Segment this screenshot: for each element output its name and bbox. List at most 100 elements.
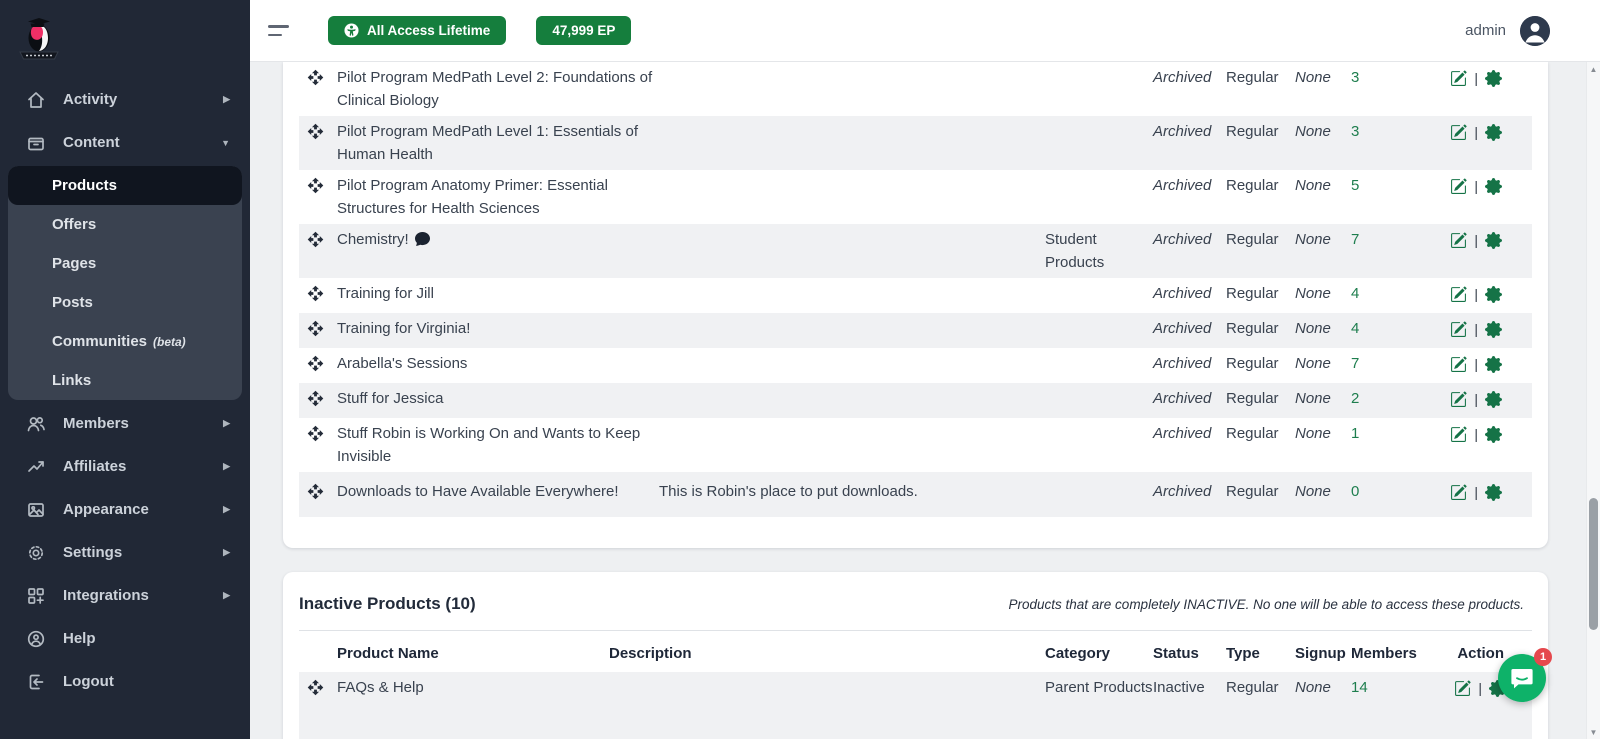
drag-handle-icon[interactable] xyxy=(299,352,337,379)
sidebar-item-settings[interactable]: Settings ▶ xyxy=(0,531,250,574)
product-signup: None xyxy=(1295,228,1351,251)
member-count-link[interactable]: 7 xyxy=(1351,228,1447,251)
action-separator: | xyxy=(1474,121,1478,144)
settings-icon[interactable] xyxy=(1485,356,1502,373)
action-separator: | xyxy=(1474,283,1478,306)
row-actions: | xyxy=(1447,228,1532,252)
row-actions: | xyxy=(1447,174,1532,198)
sidebar-item-activity[interactable]: Activity ▶ xyxy=(0,78,250,121)
product-signup: None xyxy=(1295,422,1351,445)
edit-icon[interactable] xyxy=(1450,321,1467,338)
sidebar-item-help[interactable]: Help xyxy=(0,617,250,660)
member-count-link[interactable]: 3 xyxy=(1351,66,1447,89)
sidebar-item-offers[interactable]: Offers xyxy=(8,205,242,244)
member-count-link[interactable]: 3 xyxy=(1351,120,1447,143)
member-count-link[interactable]: 2 xyxy=(1351,387,1447,410)
comment-bubble-icon[interactable] xyxy=(415,231,430,246)
table-row: Pilot Program MedPath Level 1: Essential… xyxy=(299,116,1532,170)
settings-icon[interactable] xyxy=(1485,426,1502,443)
drag-handle-icon[interactable] xyxy=(299,387,337,414)
settings-icon[interactable] xyxy=(1485,70,1502,87)
member-count-link[interactable]: 7 xyxy=(1351,352,1447,375)
drag-handle-icon[interactable] xyxy=(299,174,337,201)
product-category: Student Products xyxy=(1045,228,1153,274)
sidebar-item-products[interactable]: Products xyxy=(8,166,242,205)
settings-icon[interactable] xyxy=(1485,391,1502,408)
vertical-scrollbar[interactable]: ▲ ▼ xyxy=(1586,62,1600,739)
sidebar-item-pages[interactable]: Pages xyxy=(8,244,242,283)
drag-handle-icon[interactable] xyxy=(299,317,337,344)
edit-icon[interactable] xyxy=(1454,680,1471,697)
sidebar-item-logout[interactable]: Logout xyxy=(0,660,250,703)
member-count-link[interactable]: 1 xyxy=(1351,422,1447,445)
member-count-link[interactable]: 14 xyxy=(1351,676,1447,699)
edit-icon[interactable] xyxy=(1450,426,1467,443)
sidebar-nav: Activity ▶ Content ▼ Products Offers Pag… xyxy=(0,78,250,703)
settings-icon[interactable] xyxy=(1485,484,1502,501)
drag-handle-icon[interactable] xyxy=(299,480,337,507)
settings-icon[interactable] xyxy=(1485,178,1502,195)
settings-icon[interactable] xyxy=(1485,232,1502,249)
sidebar-item-label: Links xyxy=(52,372,91,389)
product-name: Downloads to Have Available Everywhere! xyxy=(337,480,659,503)
member-count-link[interactable]: 4 xyxy=(1351,282,1447,305)
edit-icon[interactable] xyxy=(1450,178,1467,195)
edit-icon[interactable] xyxy=(1450,484,1467,501)
drag-handle-icon[interactable] xyxy=(299,676,337,703)
sidebar-item-members[interactable]: Members ▶ xyxy=(0,402,250,445)
edit-icon[interactable] xyxy=(1450,232,1467,249)
settings-icon[interactable] xyxy=(1485,124,1502,141)
user-avatar[interactable] xyxy=(1520,16,1550,46)
app-window: Activity ▶ Content ▼ Products Offers Pag… xyxy=(0,0,1600,739)
sidebar-item-label: Appearance xyxy=(63,501,149,518)
edit-icon[interactable] xyxy=(1450,124,1467,141)
logout-icon xyxy=(26,672,48,692)
column-header-description: Description xyxy=(609,645,1045,662)
scroll-down-arrow-icon[interactable]: ▼ xyxy=(1587,725,1600,739)
product-signup: None xyxy=(1295,282,1351,305)
table-row: Stuff for Jessica Archived Regular None … xyxy=(299,383,1532,418)
member-count-link[interactable]: 4 xyxy=(1351,317,1447,340)
drag-handle-icon[interactable] xyxy=(299,228,337,255)
edit-icon[interactable] xyxy=(1450,286,1467,303)
sidebar-item-communities[interactable]: Communities (beta) xyxy=(8,322,242,361)
drag-handle-icon[interactable] xyxy=(299,282,337,309)
drag-handle-icon[interactable] xyxy=(299,120,337,147)
sidebar-item-label: Integrations xyxy=(63,587,149,604)
ep-points-badge[interactable]: 47,999 EP xyxy=(536,16,631,45)
product-signup: None xyxy=(1295,352,1351,375)
product-status: Archived xyxy=(1153,282,1226,305)
edit-icon[interactable] xyxy=(1450,391,1467,408)
drag-handle-icon[interactable] xyxy=(299,422,337,449)
member-count-link[interactable]: 0 xyxy=(1351,480,1447,503)
sidebar-item-links[interactable]: Links xyxy=(8,361,242,400)
scrollbar-thumb[interactable] xyxy=(1589,498,1598,630)
logo[interactable] xyxy=(0,0,250,78)
chevron-right-icon: ▶ xyxy=(223,590,230,601)
sidebar-item-affiliates[interactable]: Affiliates ▶ xyxy=(0,445,250,488)
product-category: Parent Products xyxy=(1045,676,1153,699)
menu-toggle-icon[interactable] xyxy=(268,25,292,36)
sidebar-item-label: Content xyxy=(63,134,120,151)
action-separator: | xyxy=(1474,353,1478,376)
settings-icon[interactable] xyxy=(1485,286,1502,303)
sidebar-item-integrations[interactable]: Integrations ▶ xyxy=(0,574,250,617)
edit-icon[interactable] xyxy=(1450,356,1467,373)
scroll-up-arrow-icon[interactable]: ▲ xyxy=(1587,62,1600,76)
member-count-link[interactable]: 5 xyxy=(1351,174,1447,197)
action-separator: | xyxy=(1478,677,1482,700)
chat-unread-badge[interactable]: 1 xyxy=(1534,648,1552,666)
chevron-right-icon: ▶ xyxy=(223,547,230,558)
drag-handle-icon[interactable] xyxy=(299,66,337,93)
sidebar-item-appearance[interactable]: Appearance ▶ xyxy=(0,488,250,531)
column-header-category: Category xyxy=(1045,645,1153,662)
universal-access-icon xyxy=(344,23,359,38)
all-access-badge[interactable]: All Access Lifetime xyxy=(328,16,506,45)
settings-icon[interactable] xyxy=(1485,321,1502,338)
sidebar-item-content[interactable]: Content ▼ xyxy=(0,121,250,164)
edit-icon[interactable] xyxy=(1450,70,1467,87)
archive-box-icon xyxy=(26,133,48,153)
product-name: Training for Virginia! xyxy=(337,317,659,340)
sidebar-item-label: Help xyxy=(63,630,96,647)
sidebar-item-posts[interactable]: Posts xyxy=(8,283,242,322)
